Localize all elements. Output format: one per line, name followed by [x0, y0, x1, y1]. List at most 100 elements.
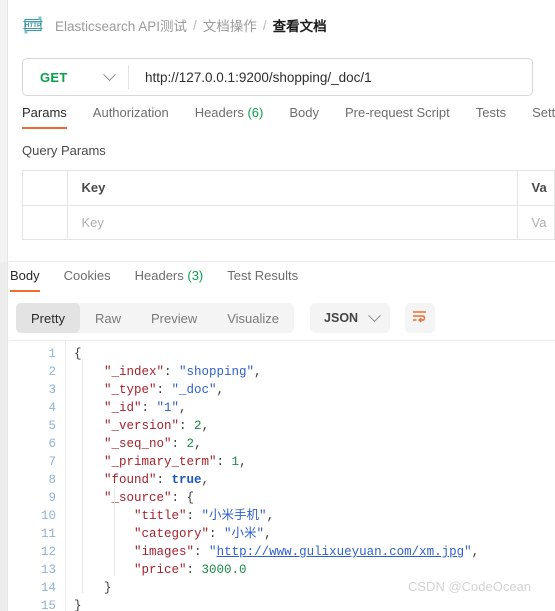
- view-mode-pretty-label: Pretty: [31, 310, 65, 326]
- json-token: ,: [194, 437, 202, 451]
- json-token: :: [141, 401, 157, 415]
- json-token: "_type": [74, 383, 157, 397]
- tab-authorization-label: Authorization: [92, 105, 169, 120]
- tab-headers-label: Headers: [194, 105, 244, 120]
- json-token: "_version": [74, 419, 180, 433]
- table-row[interactable]: Key Va: [23, 205, 555, 239]
- breadcrumb-request[interactable]: 查看文档: [273, 15, 327, 35]
- json-token: :: [156, 383, 172, 397]
- line-number: 4: [48, 401, 56, 415]
- http-method-label: GET: [40, 69, 68, 85]
- json-token: true: [171, 473, 202, 487]
- json-token: :: [209, 527, 225, 541]
- response-body-viewer[interactable]: 1 2 3 4 5 6 7 8 9 10 11 12 13 14 15 { "_index": "shopp…: [9, 340, 555, 611]
- tab-body[interactable]: Body: [289, 105, 319, 129]
- json-link[interactable]: http://www.gulixueyuan.com/xm.jpg: [217, 545, 465, 559]
- query-params-table: Key Va Key Va: [22, 170, 555, 240]
- response-tab-bar: Body Cookies Headers (3) Test Results: [10, 268, 322, 292]
- json-token: :: [216, 455, 232, 469]
- indent-guide-2: [114, 486, 115, 576]
- code-line: "category": "小米",: [74, 525, 555, 543]
- response-tab-body[interactable]: Body: [10, 268, 40, 292]
- response-tab-test-results-label: Test Results: [227, 268, 299, 283]
- tab-authorization[interactable]: Authorization: [93, 105, 169, 129]
- left-rail-lower: [0, 262, 8, 611]
- json-token: ,: [216, 383, 225, 397]
- line-number: 10: [40, 509, 56, 523]
- line-number: 13: [40, 563, 56, 577]
- tab-headers[interactable]: Headers (6): [195, 105, 264, 129]
- json-token: "title": [74, 509, 187, 523]
- code-line: "_type": "_doc",: [74, 381, 555, 399]
- tab-tests[interactable]: Tests: [476, 105, 506, 129]
- code-line: "_seq_no": 2,: [74, 435, 555, 453]
- breadcrumb-separator-1: /: [193, 17, 197, 33]
- json-token: ,: [254, 365, 262, 379]
- line-number: 9: [48, 491, 56, 505]
- response-tab-headers[interactable]: Headers (3): [135, 268, 204, 292]
- word-wrap-button[interactable]: [405, 303, 436, 333]
- chevron-down-icon: [368, 308, 381, 322]
- row-key-input[interactable]: Key: [67, 205, 518, 239]
- response-tab-cookies-label: Cookies: [63, 268, 111, 283]
- view-mode-pretty[interactable]: Pretty: [16, 303, 80, 333]
- json-token: "shopping": [179, 365, 255, 379]
- json-code-content[interactable]: { "_index": "shopping", "_type": "_doc",…: [65, 341, 555, 611]
- json-token: ,: [266, 509, 275, 523]
- line-number: 3: [48, 383, 56, 397]
- line-number: 1: [48, 347, 56, 361]
- breadcrumb-collection[interactable]: Elasticsearch API测试: [55, 15, 187, 35]
- code-line: "found": true,: [74, 471, 555, 489]
- view-mode-preview[interactable]: Preview: [136, 303, 212, 333]
- line-number: 8: [48, 473, 56, 487]
- response-divider: [9, 261, 555, 262]
- json-token: }: [74, 599, 82, 611]
- indent-guide-1: [82, 359, 83, 593]
- json-token: "_seq_no": [74, 437, 172, 451]
- json-token: 3000.0: [201, 563, 247, 577]
- json-token: ,: [201, 473, 210, 487]
- json-token: "price": [74, 563, 187, 577]
- line-number: 12: [40, 545, 56, 559]
- language-selector[interactable]: JSON: [310, 303, 391, 333]
- json-token: 1: [231, 455, 240, 469]
- line-number-gutter: 1 2 3 4 5 6 7 8 9 10 11 12 13 14 15: [9, 341, 65, 611]
- json-token: ,: [239, 455, 247, 469]
- response-tab-test-results[interactable]: Test Results: [227, 268, 298, 292]
- json-token: }: [74, 581, 112, 595]
- tab-pre-request-script[interactable]: Pre-request Script: [345, 105, 450, 129]
- json-token: {: [74, 347, 82, 361]
- json-token: "_primary_term": [74, 455, 217, 469]
- response-tab-cookies[interactable]: Cookies: [64, 268, 111, 292]
- code-line: "images": "http://www.gulixueyuan.com/xm…: [74, 543, 555, 561]
- chevron-down-icon: [103, 67, 116, 81]
- view-mode-visualize[interactable]: Visualize: [212, 303, 294, 333]
- breadcrumb-separator-2: /: [262, 17, 267, 33]
- row-value-input[interactable]: Va: [517, 205, 555, 239]
- json-token: "小米手机": [201, 509, 267, 523]
- code-line: "_id": "1",: [74, 399, 555, 417]
- language-selector-label: JSON: [324, 311, 359, 325]
- view-mode-raw-label: Raw: [94, 310, 121, 326]
- watermark: CSDN @CodeOcean: [408, 579, 532, 594]
- request-url-input[interactable]: http://127.0.0.1:9200/shopping/_doc/1: [129, 70, 532, 85]
- line-number: 5: [48, 419, 56, 433]
- json-token: ,: [264, 527, 272, 541]
- line-number: 14: [40, 581, 56, 595]
- header-value: Va: [517, 171, 555, 206]
- code-line: "_version": 2,: [74, 417, 555, 435]
- response-tab-headers-count: (3): [187, 268, 204, 283]
- json-token: :: [164, 365, 180, 379]
- query-params-title: Query Params: [22, 143, 106, 158]
- request-url-bar: GET http://127.0.0.1:9200/shopping/_doc/…: [22, 58, 533, 96]
- response-format-toolbar: Pretty Raw Preview Visualize JSON: [16, 303, 436, 333]
- breadcrumb-folder[interactable]: 文档操作: [203, 15, 257, 35]
- tab-settings-label: Settin: [532, 105, 555, 120]
- json-token: :: [194, 545, 210, 559]
- json-token: "小米": [224, 527, 265, 541]
- tab-params[interactable]: Params: [22, 105, 67, 129]
- tab-settings[interactable]: Settin: [532, 105, 555, 129]
- view-mode-raw[interactable]: Raw: [80, 303, 136, 333]
- http-method-selector[interactable]: GET: [23, 59, 128, 95]
- row-checkbox[interactable]: [23, 205, 68, 239]
